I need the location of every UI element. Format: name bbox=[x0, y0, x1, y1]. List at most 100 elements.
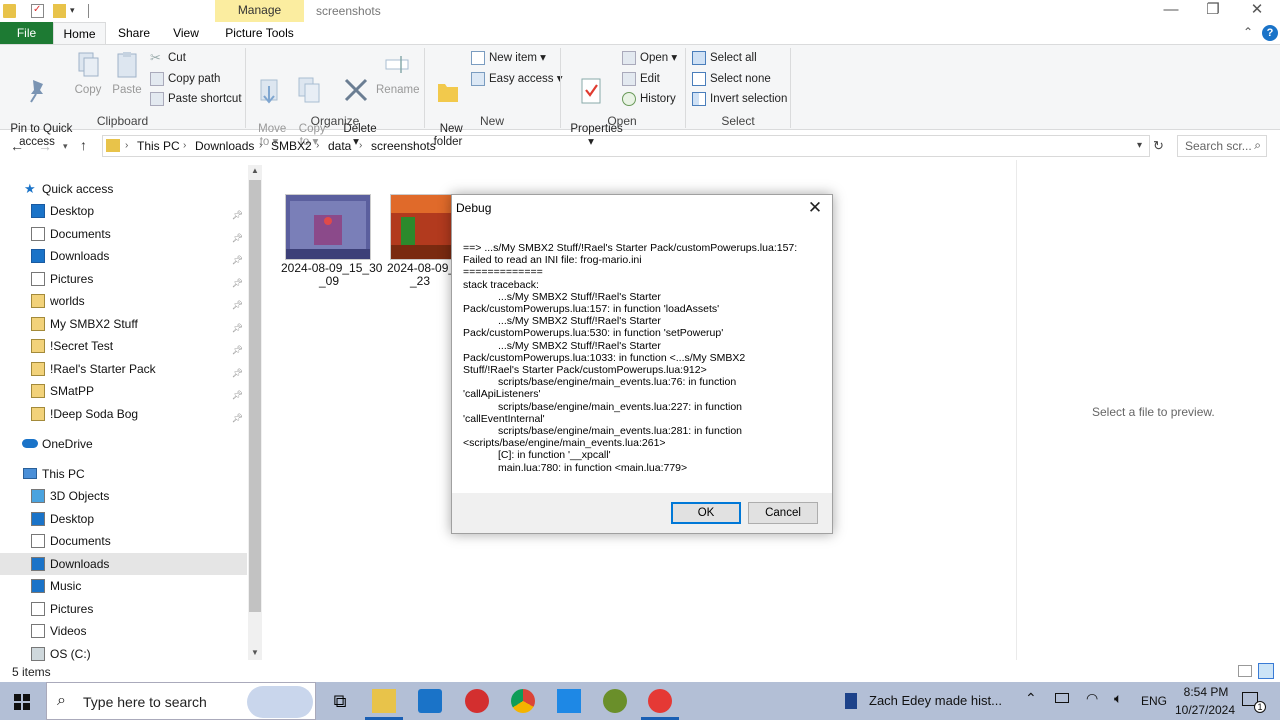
language-indicator[interactable]: ENG bbox=[1141, 694, 1167, 708]
invert-selection-button[interactable]: Invert selection bbox=[692, 90, 787, 108]
cut-label: Cut bbox=[168, 52, 186, 64]
sidebar-item-pinned[interactable]: SMatPP 📌︎ bbox=[0, 380, 247, 402]
scroll-up-arrow-icon[interactable]: ▲ bbox=[251, 166, 259, 175]
sidebar-item-pc[interactable]: 3D Objects bbox=[0, 485, 247, 507]
file-name[interactable]: 2024-08-09_1 _23 bbox=[387, 262, 462, 288]
breadcrumb-chevron-icon: › bbox=[316, 140, 320, 151]
copy-button[interactable]: Copy bbox=[72, 50, 104, 97]
cancel-button[interactable]: Cancel bbox=[748, 502, 818, 524]
sidebar-item-pinned[interactable]: !Secret Test 📌︎ bbox=[0, 335, 247, 357]
customize-qat-icon[interactable]: ▾ bbox=[70, 5, 83, 19]
sidebar-item-pinned[interactable]: worlds 📌︎ bbox=[0, 290, 247, 312]
sidebar-item-pc[interactable]: Music bbox=[0, 575, 247, 597]
scroll-down-arrow-icon[interactable]: ▼ bbox=[251, 648, 259, 657]
ok-button[interactable]: OK bbox=[671, 502, 741, 524]
sidebar-item-pc[interactable]: Documents bbox=[0, 530, 247, 552]
breadcrumb-data[interactable]: data bbox=[328, 139, 351, 153]
file-explorer-taskbar-icon[interactable] bbox=[372, 689, 396, 713]
store-icon[interactable] bbox=[418, 689, 442, 713]
sidebar-item-this-pc[interactable]: This PC bbox=[0, 463, 247, 485]
refresh-icon[interactable]: ↻ bbox=[1153, 138, 1164, 154]
file-name[interactable]: 2024-08-09_15_30 _09 bbox=[281, 262, 382, 288]
paste-shortcut-button[interactable]: Paste shortcut bbox=[150, 90, 242, 108]
large-icons-view-icon[interactable] bbox=[1258, 663, 1274, 679]
manage-tab[interactable]: Manage bbox=[215, 0, 304, 22]
task-view-icon[interactable]: ⧉ bbox=[328, 689, 352, 713]
open-button[interactable]: Open ▾ bbox=[622, 49, 677, 67]
sidebar-item-pinned[interactable]: Downloads 📌︎ bbox=[0, 245, 247, 267]
rename-button[interactable]: Rename bbox=[376, 50, 419, 97]
copy-path-icon bbox=[150, 72, 164, 86]
breadcrumb-this-pc[interactable]: This PC bbox=[137, 139, 180, 153]
news-ticker[interactable]: Zach Edey made hist... bbox=[869, 693, 1002, 708]
sidebar-item-pc[interactable]: Desktop bbox=[0, 508, 247, 530]
select-all-button[interactable]: Select all bbox=[692, 49, 757, 67]
pin-icon[interactable]: 📌︎ bbox=[232, 407, 243, 429]
game-app-icon[interactable] bbox=[603, 689, 627, 713]
battery-icon[interactable] bbox=[1055, 693, 1069, 703]
smbx-mushroom-icon[interactable] bbox=[465, 689, 489, 713]
move-to-icon bbox=[260, 79, 278, 104]
tab-view[interactable]: View bbox=[162, 22, 210, 44]
edit-button[interactable]: Edit bbox=[622, 70, 660, 88]
cut-button[interactable]: ✂ Cut bbox=[150, 49, 186, 67]
properties-qat-icon[interactable]: ✓ bbox=[31, 4, 44, 18]
sidebar-item-pc[interactable]: Pictures bbox=[0, 598, 247, 620]
start-button[interactable] bbox=[0, 682, 44, 720]
wifi-icon[interactable]: ◠ bbox=[1086, 690, 1098, 707]
restore-button[interactable]: ❐ bbox=[1190, 0, 1236, 22]
sidebar-item-label: OneDrive bbox=[42, 437, 93, 451]
taskbar-search-box[interactable]: ⌕ Type here to search bbox=[46, 682, 316, 720]
file-thumbnail[interactable] bbox=[285, 194, 371, 260]
minimize-button[interactable]: — bbox=[1148, 0, 1194, 22]
collapse-ribbon-icon[interactable]: ⌃ bbox=[1243, 25, 1253, 39]
recent-locations-chevron-icon[interactable]: ▾ bbox=[63, 141, 68, 152]
breadcrumb-downloads[interactable]: Downloads bbox=[195, 139, 254, 153]
file-thumbnail[interactable] bbox=[390, 194, 452, 260]
clock-date[interactable]: 10/27/2024 bbox=[1172, 703, 1238, 717]
tab-file[interactable]: File bbox=[0, 22, 53, 44]
address-dropdown-icon[interactable]: ▾ bbox=[1137, 140, 1142, 151]
easy-access-button[interactable]: Easy access ▾ bbox=[471, 70, 563, 88]
sidebar-item-pinned[interactable]: !Deep Soda Bog 📌︎ bbox=[0, 403, 247, 425]
show-hidden-icons-chevron-icon[interactable]: ⌃ bbox=[1025, 690, 1037, 707]
tab-share[interactable]: Share bbox=[110, 22, 158, 44]
dialog-close-icon[interactable]: ✕ bbox=[804, 198, 826, 220]
up-arrow-icon[interactable]: ↑ bbox=[80, 137, 87, 153]
sidebar-item-pinned[interactable]: Pictures 📌︎ bbox=[0, 268, 247, 290]
history-button[interactable]: History bbox=[622, 90, 676, 108]
sidebar-item-pinned[interactable]: My SMBX2 Stuff 📌︎ bbox=[0, 313, 247, 335]
sidebar-scroll-thumb[interactable] bbox=[249, 180, 261, 612]
new-folder-qat-icon[interactable] bbox=[53, 4, 66, 18]
search-input[interactable]: Search scr... ⌕ bbox=[1177, 135, 1267, 157]
smbx-editor-icon[interactable] bbox=[648, 689, 672, 713]
mail-icon[interactable] bbox=[557, 689, 581, 713]
clock-time[interactable]: 8:54 PM bbox=[1178, 685, 1234, 699]
pin-to-quick-access-button[interactable]: Pin to Quick access bbox=[4, 50, 72, 149]
back-arrow-icon[interactable]: ← bbox=[10, 138, 24, 154]
breadcrumb-smbx2[interactable]: SMBX2 bbox=[271, 139, 312, 153]
sidebar-item-quick-access[interactable]: ★ Quick access bbox=[0, 178, 247, 200]
help-icon[interactable]: ? bbox=[1262, 25, 1278, 41]
details-view-icon[interactable] bbox=[1238, 665, 1252, 677]
tab-home[interactable]: Home bbox=[53, 22, 106, 44]
breadcrumb-screenshots[interactable]: screenshots bbox=[371, 139, 436, 153]
tab-picture-tools[interactable]: Picture Tools bbox=[215, 22, 304, 44]
new-item-button[interactable]: New item ▾ bbox=[471, 49, 546, 67]
sidebar-item-pinned[interactable]: !Rael's Starter Pack 📌︎ bbox=[0, 358, 247, 380]
sidebar-item-pc[interactable]: Videos bbox=[0, 620, 247, 642]
speaker-icon[interactable]: 🔈︎ bbox=[1114, 690, 1122, 707]
cloud-icon bbox=[22, 439, 38, 448]
close-window-button[interactable]: ✕ bbox=[1234, 0, 1280, 22]
sidebar-item-pinned[interactable]: Documents 📌︎ bbox=[0, 223, 247, 245]
select-none-button[interactable]: Select none bbox=[692, 70, 771, 88]
copy-path-button[interactable]: Copy path bbox=[150, 70, 220, 88]
sidebar-item-pinned[interactable]: Desktop 📌︎ bbox=[0, 200, 247, 222]
sidebar-item-onedrive[interactable]: OneDrive bbox=[0, 433, 247, 455]
easy-access-icon bbox=[471, 72, 485, 86]
chrome-icon[interactable] bbox=[511, 689, 535, 713]
forward-arrow-icon[interactable]: → bbox=[38, 138, 52, 154]
sidebar-item-pc[interactable]: Downloads bbox=[0, 552, 247, 575]
edit-label: Edit bbox=[640, 73, 660, 85]
paste-button[interactable]: Paste bbox=[110, 50, 144, 97]
